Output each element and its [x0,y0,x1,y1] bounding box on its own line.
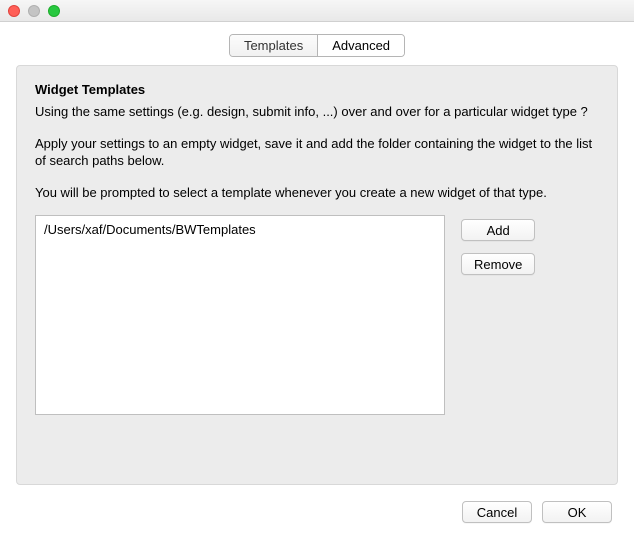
list-buttons: Add Remove [461,215,535,415]
paths-row: /Users/xaf/Documents/BWTemplates Add Rem… [35,215,599,415]
dialog-footer: Cancel OK [462,501,612,523]
advanced-panel: Widget Templates Using the same settings… [16,65,618,485]
titlebar [0,0,634,22]
description-1: Using the same settings (e.g. design, su… [35,103,599,121]
window-body: Templates Advanced Widget Templates Usin… [0,22,634,501]
zoom-icon[interactable] [48,5,60,17]
search-paths-list[interactable]: /Users/xaf/Documents/BWTemplates [35,215,445,415]
tab-templates[interactable]: Templates [230,35,317,56]
remove-button[interactable]: Remove [461,253,535,275]
list-item[interactable]: /Users/xaf/Documents/BWTemplates [44,222,436,237]
segmented-control: Templates Advanced [229,34,405,57]
tab-advanced[interactable]: Advanced [317,35,404,56]
close-icon[interactable] [8,5,20,17]
section-title: Widget Templates [35,82,599,97]
minimize-icon [28,5,40,17]
ok-button[interactable]: OK [542,501,612,523]
description-3: You will be prompted to select a templat… [35,184,599,202]
tab-bar: Templates Advanced [16,34,618,57]
description-2: Apply your settings to an empty widget, … [35,135,599,170]
cancel-button[interactable]: Cancel [462,501,532,523]
add-button[interactable]: Add [461,219,535,241]
